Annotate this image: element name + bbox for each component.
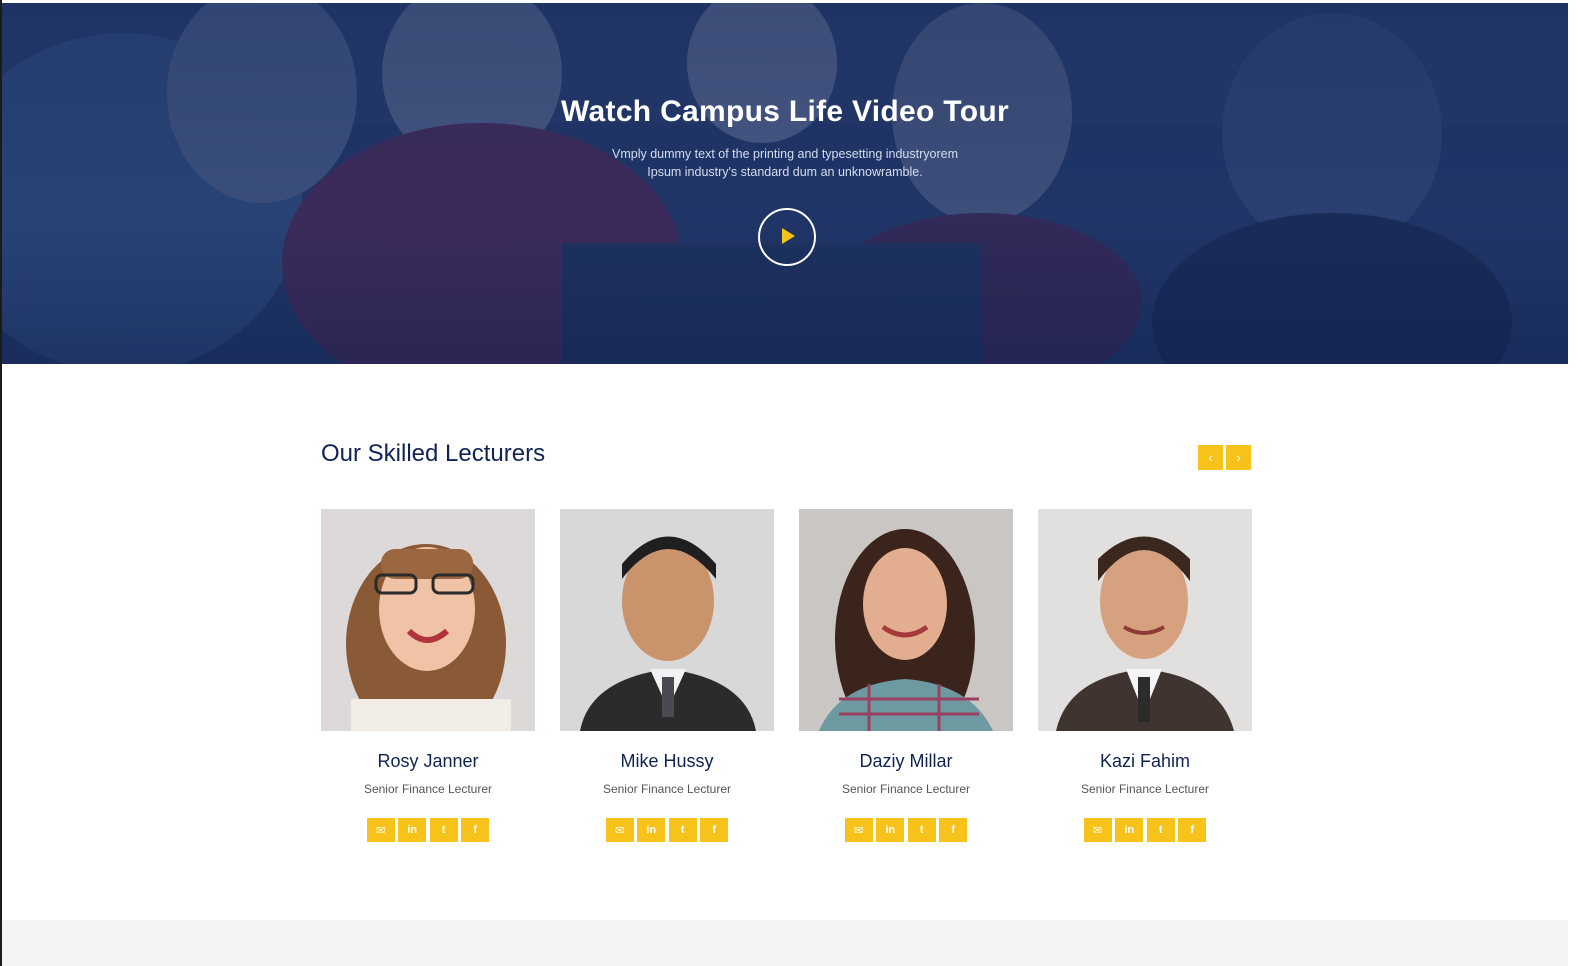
play-video-button[interactable] — [758, 208, 816, 266]
lecturer-photo — [1038, 509, 1252, 731]
lecturer-socials: ✉ in t f — [321, 818, 535, 842]
lecturer-role: Senior Finance Lecturer — [1080, 782, 1210, 796]
linkedin-icon[interactable]: in — [398, 818, 427, 842]
facebook-icon[interactable]: f — [1178, 818, 1207, 842]
email-icon[interactable]: ✉ — [605, 818, 634, 842]
lecturers-section-title: Our Skilled Lecturers — [321, 440, 546, 467]
footer-section-top — [2, 920, 1568, 966]
play-icon — [782, 228, 795, 244]
twitter-icon[interactable]: t — [907, 818, 936, 842]
facebook-icon[interactable]: f — [700, 818, 729, 842]
lecturer-socials: ✉ in t f — [799, 818, 1013, 842]
email-icon[interactable]: ✉ — [844, 818, 873, 842]
video-tour-hero: Watch Campus Life Video Tour Vmply dummy… — [2, 3, 1568, 364]
twitter-icon[interactable]: t — [668, 818, 697, 842]
lecturer-card: Mike Hussy Senior Finance Lecturer ✉ in … — [560, 509, 774, 842]
lecturer-photo — [799, 509, 1013, 731]
lecturer-card: Daziy Millar Senior Finance Lecturer ✉ i… — [799, 509, 1013, 842]
facebook-icon[interactable]: f — [461, 818, 490, 842]
lecturer-photo — [560, 509, 774, 731]
lecturer-name: Kazi Fahim — [1099, 751, 1191, 771]
carousel-next-button[interactable]: › — [1226, 445, 1251, 470]
carousel-prev-button[interactable]: ‹ — [1198, 445, 1223, 470]
twitter-icon[interactable]: t — [1146, 818, 1175, 842]
chevron-right-icon: › — [1236, 450, 1241, 465]
email-icon[interactable]: ✉ — [366, 818, 395, 842]
lecturer-role: Senior Finance Lecturer — [841, 782, 971, 796]
facebook-icon[interactable]: f — [939, 818, 968, 842]
hero-subtitle-line-2: Ipsum industry's standard dum an unknowr… — [647, 165, 923, 179]
email-icon[interactable]: ✉ — [1083, 818, 1112, 842]
hero-title: Watch Campus Life Video Tour — [561, 95, 1009, 128]
lecturer-photo — [321, 509, 535, 731]
lecturer-card: Rosy Janner Senior Finance Lecturer ✉ in… — [321, 509, 535, 842]
lecturer-card: Kazi Fahim Senior Finance Lecturer ✉ in … — [1038, 509, 1252, 842]
hero-subtitle-line-1: Vmply dummy text of the printing and typ… — [612, 147, 958, 161]
lecturer-name: Rosy Janner — [377, 751, 479, 771]
hero-subtitle: Vmply dummy text of the printing and typ… — [585, 145, 985, 181]
linkedin-icon[interactable]: in — [876, 818, 905, 842]
chevron-left-icon: ‹ — [1208, 450, 1213, 465]
lecturer-socials: ✉ in t f — [1038, 818, 1252, 842]
twitter-icon[interactable]: t — [429, 818, 458, 842]
hero-overlay — [2, 3, 1568, 364]
lecturer-name: Daziy Millar — [859, 751, 953, 771]
linkedin-icon[interactable]: in — [637, 818, 666, 842]
lecturer-role: Senior Finance Lecturer — [363, 782, 493, 796]
lecturer-role: Senior Finance Lecturer — [602, 782, 732, 796]
lecturer-socials: ✉ in t f — [560, 818, 774, 842]
lecturer-name: Mike Hussy — [620, 751, 714, 771]
linkedin-icon[interactable]: in — [1115, 818, 1144, 842]
